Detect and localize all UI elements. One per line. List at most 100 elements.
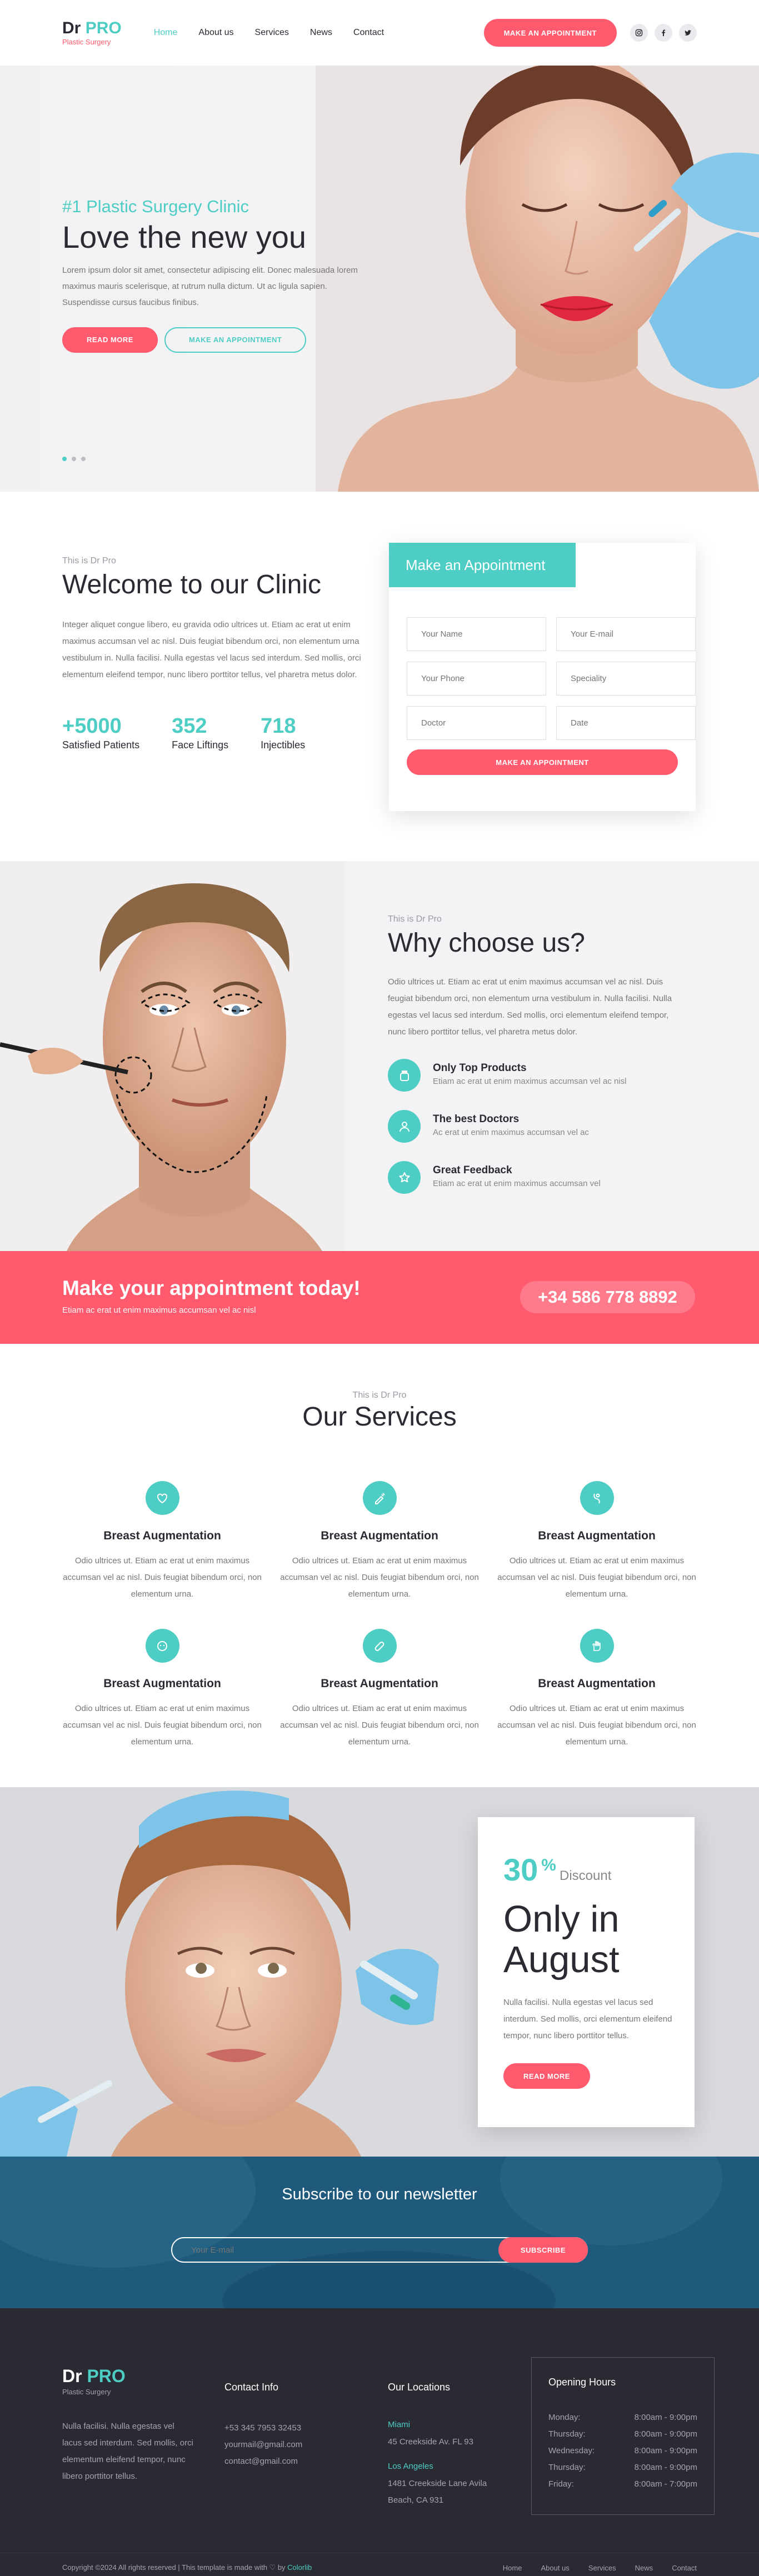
footer-logo[interactable]: Dr PRO [62, 2366, 196, 2387]
nav-contact[interactable]: Contact [353, 28, 384, 38]
services-title: Our Services [302, 1402, 457, 1432]
promo-read-more-button[interactable]: READ MORE [503, 2063, 590, 2089]
service-title: Breast Augmentation [103, 1677, 221, 1690]
stat-label: Face Liftings [172, 739, 229, 751]
location-city: Miami [388, 2420, 410, 2429]
logo-text: Dr PRO [62, 19, 122, 37]
doctor-field[interactable] [407, 706, 546, 740]
name-field[interactable] [407, 617, 546, 651]
discount-percent: 30 [503, 1852, 538, 1887]
header-appointment-button[interactable]: MAKE AN APPOINTMENT [483, 19, 617, 47]
slider-dot-1[interactable] [62, 457, 67, 461]
opening-hours-title: Opening Hours [548, 2377, 616, 2388]
speciality-field[interactable] [556, 662, 696, 696]
stat-number: 718 [261, 714, 296, 738]
feature-item: Only Top Products Etiam ac erat ut enim … [388, 1059, 688, 1092]
services-section: This is Dr Pro Our Services Breast Augme… [0, 1344, 759, 1787]
page: Dr PRO Plastic Surgery Home About us Ser… [0, 0, 759, 2576]
stat-label: Injectibles [261, 739, 306, 751]
nav-home[interactable]: Home [154, 28, 178, 38]
service-item[interactable]: Breast Augmentation Odio ultrices ut. Et… [62, 1481, 262, 1603]
hero-kicker: #1 Plastic Surgery Clinic [62, 197, 249, 216]
cta-phone-number[interactable]: +34 586 778 8892 [520, 1281, 695, 1313]
stat-item: 352 Face Liftings [172, 714, 228, 751]
form-submit-button[interactable]: MAKE AN APPOINTMENT [407, 749, 678, 775]
service-item[interactable]: Breast Augmentation Odio ultrices ut. Et… [279, 1481, 480, 1603]
hours-row: Thursday: 8:00am - 9:00pm [548, 2463, 697, 2472]
service-title: Breast Augmentation [103, 1529, 221, 1542]
promo-title: Only in August [503, 1898, 620, 1980]
subscribe-button[interactable]: SUBSCRIBE [498, 2237, 588, 2263]
phone-field[interactable] [407, 662, 546, 696]
service-title: Breast Augmentation [538, 1529, 656, 1542]
footer-nav-news[interactable]: News [635, 2564, 653, 2572]
logo[interactable]: Dr PRO Plastic Surgery [62, 20, 122, 46]
hero-description: Lorem ipsum dolor sit amet, consectetur … [62, 265, 358, 307]
feature-description: Ac erat ut enim maximus accumsan vel ac [433, 1128, 589, 1137]
stat-item: +5000 Satisfied Patients [62, 714, 139, 751]
hero-appointment-button[interactable]: MAKE AN APPOINTMENT [164, 327, 307, 353]
footer-about: Dr PRO Plastic Surgery Nulla facilisi. N… [62, 2366, 196, 2485]
date-field[interactable] [556, 706, 696, 740]
hero-buttons: READ MORE MAKE AN APPOINTMENT [62, 327, 373, 353]
location-address: 45 Creekside Av. FL 93 [388, 2437, 473, 2447]
footer-nav-home[interactable]: Home [503, 2564, 522, 2572]
service-item[interactable]: Breast Augmentation Odio ultrices ut. Et… [279, 1629, 480, 1750]
location-address: 1481 Creekside Lane Avila Beach, CA 931 [388, 2479, 487, 2505]
instagram-icon[interactable] [630, 24, 648, 42]
nav-news[interactable]: News [310, 28, 332, 38]
service-description: Odio ultrices ut. Etiam ac erat ut enim … [497, 1556, 696, 1599]
feature-title: The best Doctors [433, 1113, 520, 1125]
twitter-icon[interactable] [679, 24, 697, 42]
footer-locations: Our Locations Miami 45 Creekside Av. FL … [388, 2382, 510, 2509]
welcome-description: Integer aliquet congue libero, eu gravid… [62, 620, 361, 679]
hero-read-more-button[interactable]: READ MORE [62, 327, 158, 353]
service-description: Odio ultrices ut. Etiam ac erat ut enim … [280, 1556, 479, 1599]
footer-about-text: Nulla facilisi. Nulla egestas vel lacus … [62, 2422, 193, 2481]
nav-about[interactable]: About us [198, 28, 233, 38]
footer-phone[interactable]: +53 345 7953 32453 [224, 2420, 347, 2437]
footer-email[interactable]: contact@gmail.com [224, 2453, 347, 2470]
footer-nav: Home About us Services News Contact [503, 2564, 697, 2572]
copyright-text: Copyright ©2024 All rights reserved | Th… [62, 2563, 312, 2572]
footer-nav-about[interactable]: About us [541, 2564, 569, 2572]
slider-dot-2[interactable] [72, 457, 76, 461]
service-item[interactable]: Breast Augmentation Odio ultrices ut. Et… [497, 1629, 697, 1750]
credit-link[interactable]: Colorlib [287, 2563, 312, 2572]
slider-dot-3[interactable] [81, 457, 86, 461]
feature-item: The best Doctors Ac erat ut enim maximus… [388, 1110, 688, 1143]
feature-description: Etiam ac erat ut enim maximus accumsan v… [433, 1077, 627, 1086]
footer-locations-title: Our Locations [388, 2382, 451, 2393]
services-eyebrow: This is Dr Pro [352, 1390, 407, 1400]
syringe-service-icon [362, 1481, 397, 1515]
footer-email[interactable]: yourmail@gmail.com [224, 2437, 347, 2453]
nav-services[interactable]: Services [255, 28, 289, 38]
email-field[interactable] [556, 617, 696, 651]
header-actions: MAKE AN APPOINTMENT [483, 19, 697, 47]
facebook-icon[interactable] [655, 24, 672, 42]
body-service-icon [580, 1481, 614, 1515]
footer-nav-contact[interactable]: Contact [672, 2564, 697, 2572]
why-title: Why choose us? [388, 928, 585, 958]
footer-nav-services[interactable]: Services [588, 2564, 616, 2572]
newsletter-email-input[interactable] [172, 2238, 498, 2262]
services-header: This is Dr Pro Our Services [0, 1390, 759, 1432]
feedback-icon [388, 1161, 421, 1194]
promo-discount: 30 % Discount [503, 1852, 695, 1887]
welcome-title: Welcome to our Clinic [62, 570, 321, 599]
feature-title: Great Feedback [433, 1164, 512, 1176]
newsletter-background [0, 2157, 759, 2308]
newsletter-form: SUBSCRIBE [171, 2237, 588, 2263]
service-item[interactable]: Breast Augmentation Odio ultrices ut. Et… [497, 1481, 697, 1603]
hand-service-icon [580, 1629, 614, 1663]
service-title: Breast Augmentation [321, 1529, 438, 1542]
main-nav: Home About us Services News Contact [154, 28, 384, 38]
service-item[interactable]: Breast Augmentation Odio ultrices ut. Et… [62, 1629, 262, 1750]
hours-row: Monday: 8:00am - 9:00pm [548, 2413, 697, 2422]
welcome-section: This is Dr Pro Welcome to our Clinic Int… [0, 492, 759, 861]
why-photo-man-face-markings [0, 861, 344, 1251]
service-description: Odio ultrices ut. Etiam ac erat ut enim … [63, 1556, 262, 1599]
feature-description: Etiam ac erat ut enim maximus accumsan v… [433, 1179, 601, 1188]
doctor-icon [388, 1110, 421, 1143]
service-title: Breast Augmentation [538, 1677, 656, 1690]
